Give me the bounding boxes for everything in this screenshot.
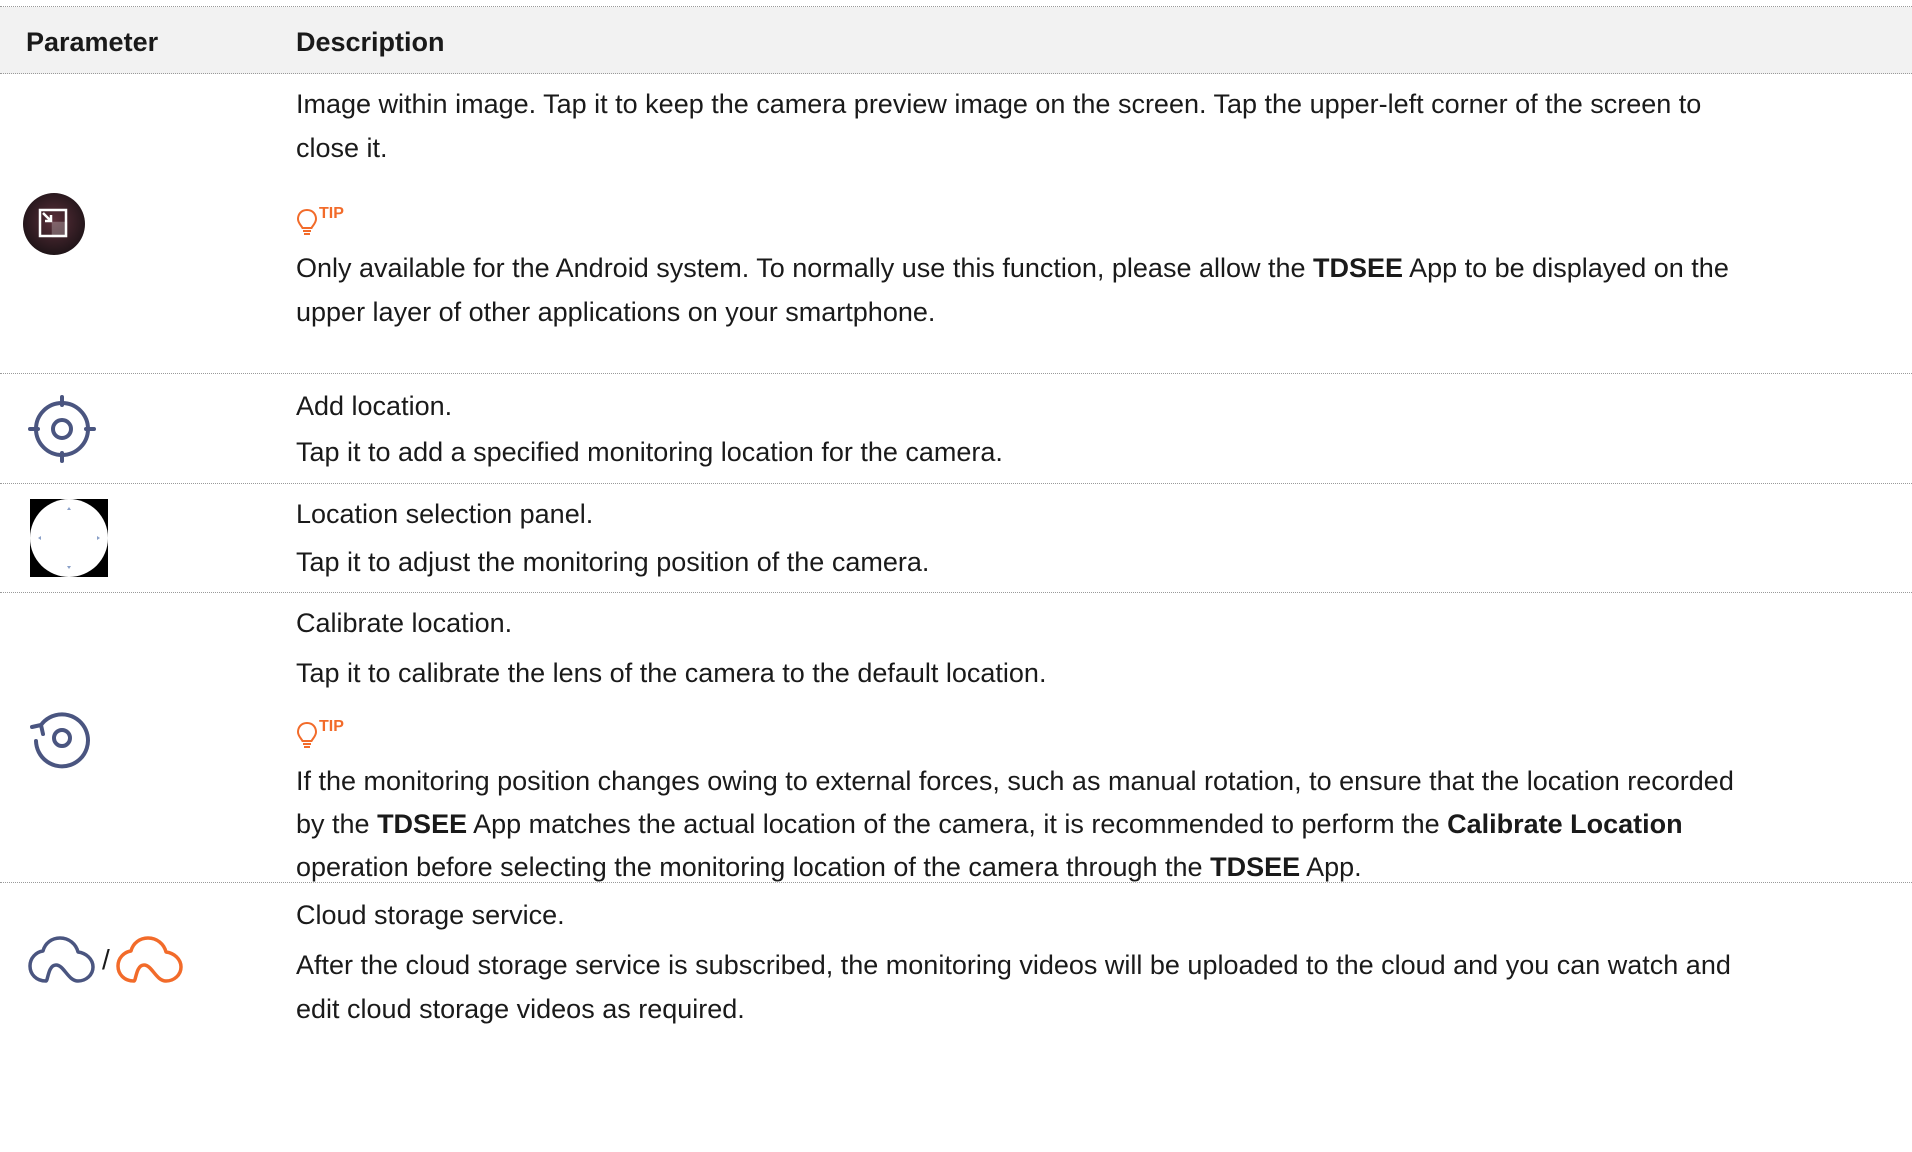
row-text: If the monitoring position changes owing… [296, 766, 1734, 796]
cloud-icon-group: / [26, 935, 186, 985]
parameter-cell: / [0, 883, 290, 1053]
description-cell: Cloud storage service. After the cloud s… [296, 883, 1892, 1053]
row-text: Tap it to calibrate the lens of the came… [296, 658, 1047, 688]
parameter-table: Parameter Description Image within image… [0, 6, 1912, 1053]
tip-text: TIP [319, 205, 344, 222]
picture-in-picture-icon [23, 192, 85, 255]
table-row: / Cloud storage service. After the cloud… [0, 883, 1912, 1053]
row-text: Calibrate location. [296, 608, 513, 638]
description-cell: Location selection panel. Tap it to adju… [296, 484, 1892, 592]
row-text: Cloud storage service. [296, 900, 565, 930]
direction-pad-icon [30, 499, 108, 577]
row-text: Tap it to adjust the monitoring position… [296, 547, 930, 577]
row-text: After the cloud storage service is subsc… [296, 950, 1731, 980]
target-location-icon [28, 394, 96, 463]
table-row: Image within image. Tap it to keep the c… [0, 74, 1912, 374]
tip-text: TIP [319, 718, 344, 735]
row-text: Add location. [296, 391, 453, 421]
row-text: close it. [296, 133, 388, 163]
description-cell: Image within image. Tap it to keep the c… [296, 74, 1892, 373]
parameter-cell [0, 74, 290, 373]
calibrate-rotate-icon [30, 711, 90, 768]
table-row: Add location. Tap it to add a specified … [0, 374, 1912, 484]
table-row: Calibrate location. Tap it to calibrate … [0, 593, 1912, 883]
cloud-active-icon [116, 936, 183, 983]
row-text: upper layer of other applications on you… [296, 297, 936, 327]
tip-label: TIP [296, 705, 344, 751]
table-row: Location selection panel. Tap it to adju… [0, 484, 1912, 593]
description-cell: Calibrate location. Tap it to calibrate … [296, 593, 1892, 882]
row-text: Tap it to add a specified monitoring loc… [296, 437, 1003, 467]
icon-separator: / [102, 944, 110, 975]
parameter-cell [0, 374, 290, 483]
parameter-cell [0, 593, 290, 882]
header-description: Description [296, 27, 445, 57]
description-cell: Add location. Tap it to add a specified … [296, 374, 1892, 483]
table-header: Parameter Description [0, 7, 1912, 74]
row-text: edit cloud storage videos as required. [296, 994, 745, 1024]
lightbulb-icon [296, 721, 318, 748]
lightbulb-icon [296, 208, 318, 235]
row-text: Location selection panel. [296, 499, 594, 529]
row-text: Only available for the Android system. T… [296, 253, 1729, 283]
row-text: Image within image. Tap it to keep the c… [296, 89, 1702, 119]
row-text: by the TDSEE App matches the actual loca… [296, 809, 1683, 839]
parameter-cell [0, 484, 290, 592]
tip-label: TIP [296, 192, 344, 238]
header-parameter: Parameter [26, 27, 159, 57]
cloud-icon [28, 936, 95, 983]
